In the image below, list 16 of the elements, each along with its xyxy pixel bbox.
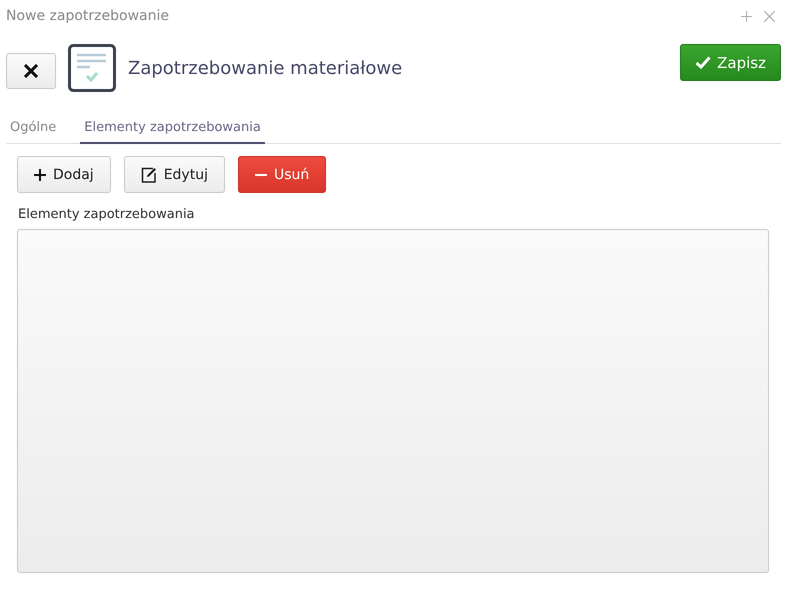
close-icon xyxy=(24,64,38,78)
tab[interactable]: Ogólne xyxy=(6,114,60,144)
form-title: Zapotrzebowanie materiałowe xyxy=(128,58,404,79)
minus-icon xyxy=(254,174,267,176)
edit-icon xyxy=(140,166,157,182)
list-label: Elementy zapotrzebowania xyxy=(18,207,196,222)
plus-icon xyxy=(34,168,46,180)
document-check-icon xyxy=(68,44,116,92)
check-icon xyxy=(695,56,712,69)
add-button[interactable]: Dodaj xyxy=(17,156,111,193)
window-title: Nowe zapotrzebowanie xyxy=(6,8,170,24)
delete-button[interactable]: Usuń xyxy=(238,156,326,193)
close-button[interactable] xyxy=(6,53,56,89)
tab[interactable]: Elementy zapotrzebowania xyxy=(80,114,265,144)
save-button[interactable]: Zapisz xyxy=(680,44,781,81)
edit-button[interactable]: Edytuj xyxy=(124,156,225,193)
